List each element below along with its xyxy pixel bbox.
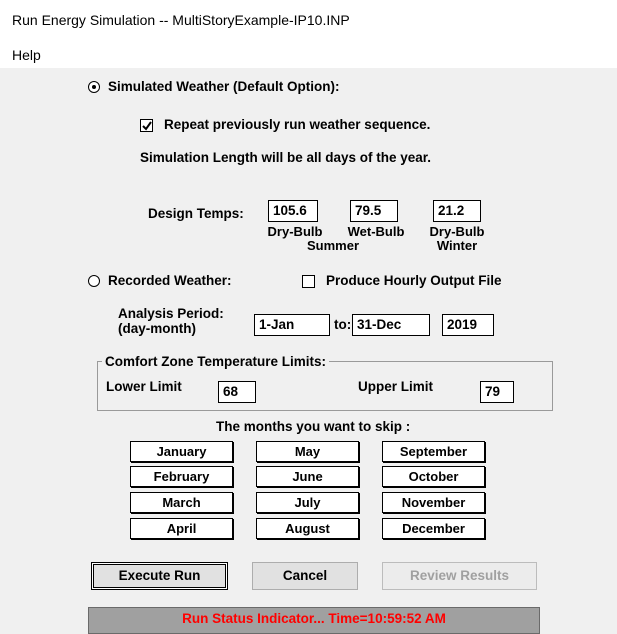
summer-caption: Summer — [306, 238, 360, 253]
hourly-output-checkbox[interactable] — [302, 275, 315, 288]
analysis-start-input[interactable]: 1-Jan — [254, 314, 330, 336]
design-temps-label: Design Temps: — [148, 206, 244, 221]
wet-bulb-caption: Wet-Bulb — [347, 224, 405, 239]
upper-limit-label: Upper Limit — [358, 379, 434, 394]
simulated-weather-radio[interactable] — [88, 81, 100, 93]
recorded-weather-label: Recorded Weather: — [108, 273, 232, 288]
analysis-end-input[interactable]: 31-Dec — [352, 314, 430, 336]
months-heading: The months you want to skip : — [216, 419, 411, 434]
month-november[interactable]: November — [382, 492, 485, 513]
month-july[interactable]: July — [256, 492, 359, 513]
month-february[interactable]: February — [130, 466, 233, 487]
title-bar: Run Energy Simulation -- MultiStoryExamp… — [0, 0, 617, 42]
checkmark-icon — [142, 121, 152, 131]
radio-selected-dot — [91, 84, 96, 89]
comfort-zone-group-label: Comfort Zone Temperature Limits: — [102, 354, 330, 369]
review-results-button[interactable]: Review Results — [382, 562, 537, 590]
month-december[interactable]: December — [382, 518, 485, 539]
run-status-indicator: Run Status Indicator... Time=10:59:52 AM — [88, 607, 540, 634]
execute-run-button[interactable]: Execute Run — [91, 562, 228, 590]
dry-bulb-summer-input[interactable]: 105.6 — [268, 200, 318, 222]
lower-limit-label: Lower Limit — [106, 379, 182, 394]
dry-bulb-winter-input[interactable]: 21.2 — [433, 200, 481, 222]
hourly-output-label: Produce Hourly Output File — [326, 273, 502, 288]
repeat-weather-label: Repeat previously run weather sequence. — [164, 117, 431, 132]
recorded-weather-radio[interactable] — [88, 275, 100, 287]
month-march[interactable]: March — [130, 492, 233, 513]
analysis-year-input[interactable]: 2019 — [442, 314, 494, 336]
menu-help[interactable]: Help — [12, 47, 41, 63]
repeat-weather-checkbox[interactable] — [140, 119, 153, 132]
month-august[interactable]: August — [256, 518, 359, 539]
dry-bulb-caption: Dry-Bulb — [267, 224, 323, 239]
dry-bulb-winter-caption: Dry-Bulb — [429, 224, 485, 239]
month-january[interactable]: January — [130, 441, 233, 462]
analysis-period-sublabel: (day-month) — [118, 321, 196, 336]
analysis-to-label: to: — [334, 317, 352, 332]
month-april[interactable]: April — [130, 518, 233, 539]
winter-caption: Winter — [436, 238, 478, 253]
analysis-period-label: Analysis Period: — [118, 306, 224, 321]
menu-bar: Help — [0, 42, 617, 68]
window-title: Run Energy Simulation -- MultiStoryExamp… — [12, 12, 350, 28]
dialog-body: Simulated Weather (Default Option): Repe… — [0, 68, 617, 634]
month-october[interactable]: October — [382, 466, 485, 487]
lower-limit-input[interactable]: 68 — [218, 381, 256, 403]
wet-bulb-summer-input[interactable]: 79.5 — [350, 200, 398, 222]
simulation-length-text: Simulation Length will be all days of th… — [140, 150, 432, 165]
month-may[interactable]: May — [256, 441, 359, 462]
month-june[interactable]: June — [256, 466, 359, 487]
month-september[interactable]: September — [382, 441, 485, 462]
cancel-button[interactable]: Cancel — [252, 562, 358, 590]
simulated-weather-label: Simulated Weather (Default Option): — [108, 79, 340, 94]
upper-limit-input[interactable]: 79 — [480, 381, 514, 403]
